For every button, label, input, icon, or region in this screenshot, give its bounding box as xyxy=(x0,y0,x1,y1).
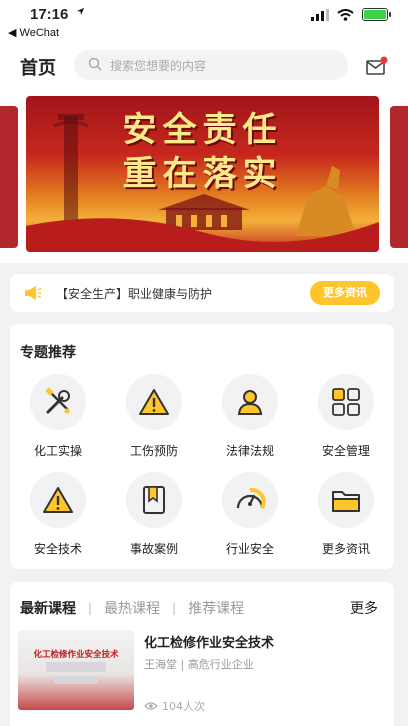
topic-label: 化工实操 xyxy=(33,444,82,458)
topic-safety-technology[interactable]: 安全技术 xyxy=(10,472,106,557)
gauge-icon xyxy=(236,487,266,510)
topic-safety-management[interactable]: 安全管理 xyxy=(298,374,394,459)
banner-headline-1: 安全责任 xyxy=(122,110,283,150)
course-view-count: 104人次 xyxy=(162,700,205,713)
tab-recommended-courses[interactable]: 推荐课程 xyxy=(188,598,244,618)
topic-label: 行业安全 xyxy=(225,542,274,556)
thumbnail-text-block xyxy=(54,676,98,684)
user-icon xyxy=(237,390,263,415)
warning-icon xyxy=(139,389,169,415)
course-thumbnail-title: 化工检修作业安全技术 xyxy=(33,650,119,660)
more-news-button[interactable]: 更多资讯 xyxy=(310,281,380,305)
topic-label: 法律法规 xyxy=(225,444,274,458)
page-title: 首页 xyxy=(20,58,56,79)
courses-section: 最新课程 | 最热课程 | 推荐课程 更多 化工检修作业安全技术 化工检修作业安… xyxy=(10,582,394,726)
banner-headline-2: 重在落实 xyxy=(122,154,283,194)
topic-label: 更多资讯 xyxy=(321,542,370,556)
topic-label: 安全管理 xyxy=(321,444,370,458)
course-card[interactable]: 化工检修作业安全技术 化工检修作业安全技术 王海堂 | 高危行业企业 104人次 xyxy=(18,630,388,720)
topic-industry-safety[interactable]: 行业安全 xyxy=(202,472,298,557)
course-views: 104人次 xyxy=(144,698,205,714)
topics-section: 专题推荐 化工实操 工伤预防 法律法规 安全管理 安全技术 事故案例 行业安全 … xyxy=(10,324,394,569)
topic-more-news[interactable]: 更多资讯 xyxy=(298,472,394,557)
banner-next-slide xyxy=(390,106,408,248)
folder-icon xyxy=(332,491,360,512)
status-time: 17:16 xyxy=(30,6,69,23)
signal-icon xyxy=(311,8,329,21)
thumbnail-text-block xyxy=(46,662,106,672)
search-icon xyxy=(88,57,102,71)
status-bar: 17:16 ◀ WeChat xyxy=(0,0,408,44)
topic-accident-cases[interactable]: 事故案例 xyxy=(106,472,202,557)
news-ticker-text[interactable]: 【安全生产】职业健康与防护 xyxy=(56,285,212,302)
tab-hot-courses[interactable]: 最热课程 xyxy=(104,598,160,618)
course-title[interactable]: 化工检修作业安全技术 xyxy=(144,632,274,651)
topic-laws-regulations[interactable]: 法律法规 xyxy=(202,374,298,459)
search-input[interactable]: 搜索您想要的内容 xyxy=(74,50,348,80)
news-ticker[interactable]: 【安全生产】职业健康与防护 更多资讯 xyxy=(10,274,394,312)
topic-label: 事故案例 xyxy=(129,542,178,556)
tab-divider: | xyxy=(172,601,177,615)
tab-latest-courses[interactable]: 最新课程 xyxy=(20,598,76,618)
course-tabs: 最新课程 | 最热课程 | 推荐课程 xyxy=(20,598,244,618)
course-subtitle: 王海堂 | 高危行业企业 xyxy=(144,658,254,671)
mail-icon[interactable] xyxy=(366,56,388,76)
battery-icon xyxy=(362,8,391,21)
tools-icon xyxy=(45,387,70,414)
topic-label: 工伤预防 xyxy=(129,444,178,458)
warning-icon xyxy=(43,487,73,513)
megaphone-icon xyxy=(25,286,42,300)
course-thumbnail[interactable]: 化工检修作业安全技术 xyxy=(18,630,134,710)
eye-icon xyxy=(144,702,158,710)
location-arrow-icon xyxy=(76,7,85,16)
banner-prev-slide xyxy=(0,106,18,248)
topic-chemical-operations[interactable]: 化工实操 xyxy=(10,374,106,459)
bookmark-icon xyxy=(143,486,165,514)
search-placeholder: 搜索您想要的内容 xyxy=(110,59,207,73)
topic-injury-prevention[interactable]: 工伤预防 xyxy=(106,374,202,459)
banner-carousel[interactable]: 安全责任 重在落实 xyxy=(0,88,408,263)
banner-slide[interactable]: 安全责任 重在落实 xyxy=(26,96,379,252)
more-courses-link[interactable]: 更多 xyxy=(350,598,378,618)
app-header: 首页 搜索您想要的内容 xyxy=(0,44,408,88)
grid-icon xyxy=(332,388,360,416)
section-title: 专题推荐 xyxy=(20,345,76,361)
wifi-icon xyxy=(337,8,354,21)
back-to-wechat[interactable]: ◀ WeChat xyxy=(8,26,59,39)
topic-label: 安全技术 xyxy=(33,542,82,556)
tab-divider: | xyxy=(88,601,93,615)
